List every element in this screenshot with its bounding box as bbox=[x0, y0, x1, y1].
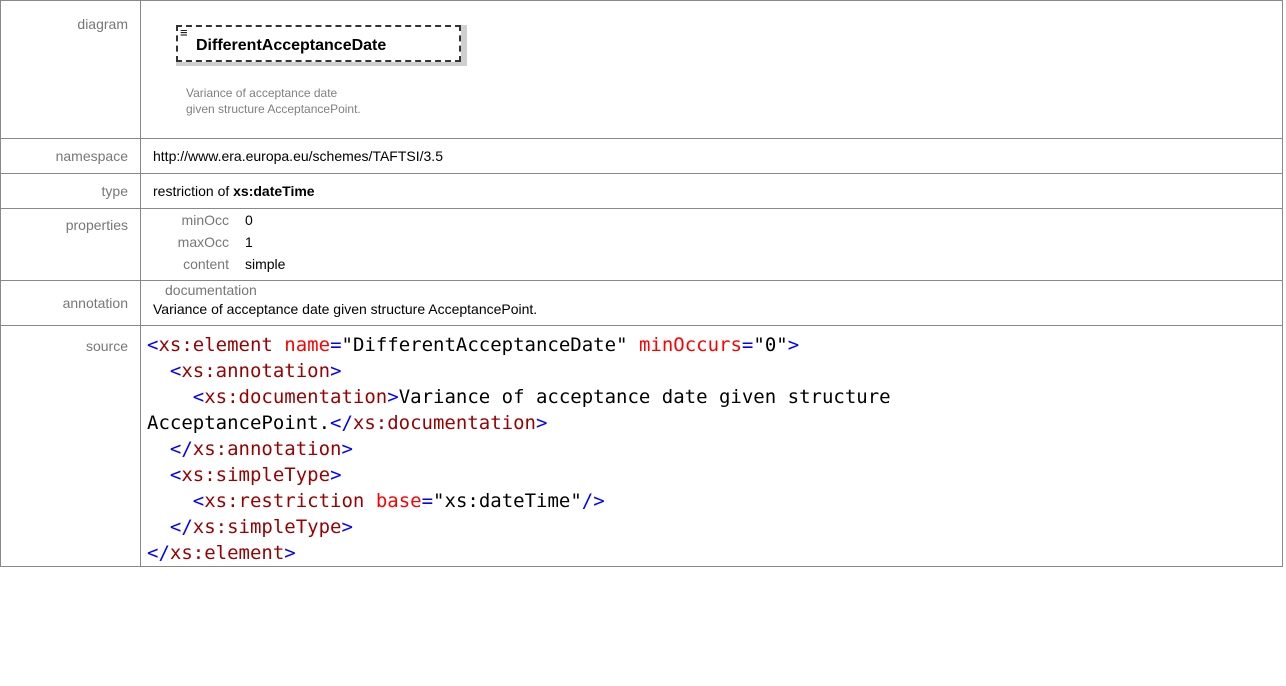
element-doc-icon: ≡ bbox=[180, 25, 188, 40]
property-key: content bbox=[183, 256, 229, 272]
property-key: minOcc bbox=[181, 212, 229, 228]
properties-label: properties bbox=[0, 208, 141, 281]
properties-cell: minOcc 0 maxOcc 1 content simple bbox=[140, 208, 1283, 281]
namespace-value: http://www.era.europa.eu/schemes/TAFTSI/… bbox=[140, 138, 1283, 174]
property-value: 1 bbox=[245, 234, 253, 250]
property-value: 0 bbox=[245, 212, 253, 228]
diagram-element-frame: ≡ DifferentAcceptanceDate bbox=[176, 25, 461, 62]
diagram-annotation-note: Variance of acceptance date given struct… bbox=[186, 86, 361, 116]
source-cell: <xs:element name="DifferentAcceptanceDat… bbox=[140, 325, 1283, 567]
property-row: maxOcc 1 bbox=[149, 231, 285, 253]
type-value: restriction of xs:dateTime bbox=[140, 173, 1283, 209]
annotation-cell: documentation Variance of acceptance dat… bbox=[140, 280, 1283, 326]
source-code: <xs:element name="DifferentAcceptanceDat… bbox=[147, 334, 891, 564]
annotation-title: documentation bbox=[165, 282, 257, 298]
property-row: content simple bbox=[149, 253, 285, 275]
namespace-row: namespace http://www.era.europa.eu/schem… bbox=[0, 138, 1283, 174]
source-label: source bbox=[0, 325, 141, 567]
type-row: type restriction of xs:dateTime bbox=[0, 173, 1283, 209]
diagram-label: diagram bbox=[0, 0, 141, 139]
namespace-label: namespace bbox=[0, 138, 141, 174]
diagram-row: diagram bbox=[0, 0, 1283, 139]
annotation-row: annotation documentation Variance of acc… bbox=[0, 280, 1283, 326]
property-row: minOcc 0 bbox=[149, 209, 285, 231]
annotation-text: Variance of acceptance date given struct… bbox=[153, 301, 538, 317]
diagram-element-name: DifferentAcceptanceDate bbox=[196, 37, 387, 54]
properties-table: minOcc 0 maxOcc 1 content simple bbox=[149, 209, 286, 275]
diagram-cell bbox=[140, 0, 1283, 139]
type-label: type bbox=[0, 173, 141, 209]
diagram-element-box: ≡ DifferentAcceptanceDate bbox=[176, 25, 467, 66]
property-value: simple bbox=[245, 256, 286, 272]
property-key: maxOcc bbox=[177, 234, 229, 250]
source-row: source <xs:element name="DifferentAccept… bbox=[0, 325, 1283, 567]
properties-row: properties minOcc 0 maxOcc 1 content sim… bbox=[0, 208, 1283, 281]
type-base: xs:dateTime bbox=[233, 183, 315, 199]
type-prefix: restriction of bbox=[153, 183, 234, 199]
annotation-label: annotation bbox=[0, 280, 141, 326]
